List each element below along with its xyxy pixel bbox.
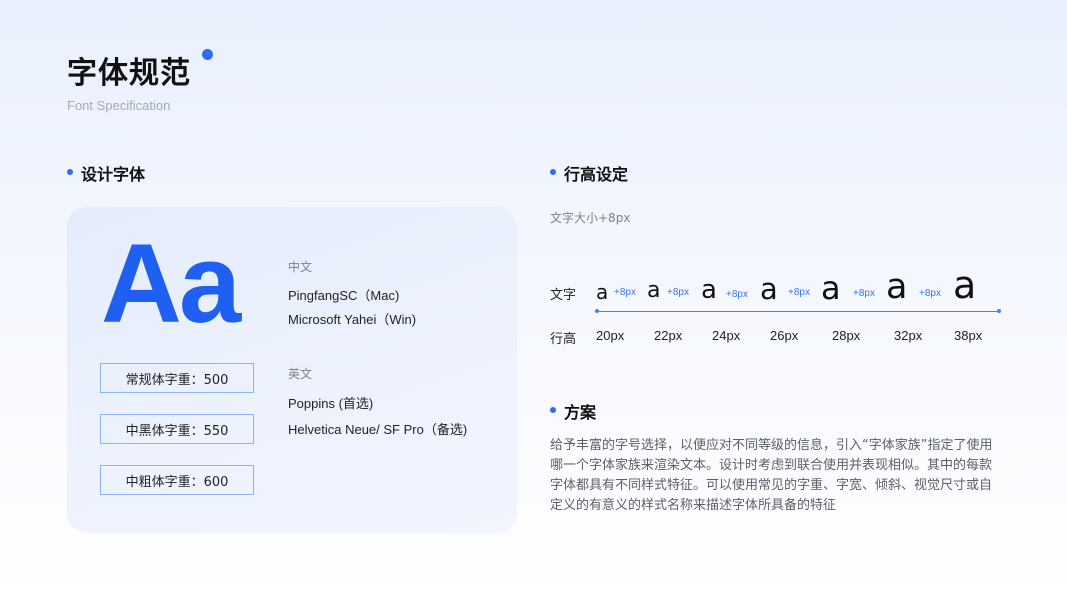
glyph-sample: a xyxy=(821,269,841,307)
glyph-sample: a xyxy=(886,267,908,307)
glyph-sample: a xyxy=(701,275,717,305)
increment-label: +8px xyxy=(853,288,875,299)
glyph-sample: a xyxy=(760,272,778,306)
scale-axis-line xyxy=(597,311,999,312)
chinese-font-win: Microsoft Yahei（Win) xyxy=(288,312,417,327)
increment-label: +8px xyxy=(726,289,748,300)
chinese-font-mac: PingfangSC（Mac) xyxy=(288,288,400,303)
axis-end-dot xyxy=(997,309,1001,313)
title-accent-dot xyxy=(202,49,213,60)
line-height-hint: 文字大小+8px xyxy=(550,211,631,225)
line-height-value: 26px xyxy=(770,328,799,343)
chinese-font-label: 中文 xyxy=(288,260,313,274)
section-title-line-height: 行高设定 xyxy=(564,165,629,184)
increment-label: +8px xyxy=(667,287,689,298)
section-bullet-icon xyxy=(67,169,73,175)
english-font-label: 英文 xyxy=(288,367,313,381)
page-title: 字体规范 xyxy=(67,56,191,91)
axis-start-dot xyxy=(595,309,599,313)
glyph-sample: a xyxy=(953,263,977,307)
glyph-sample: a xyxy=(596,280,609,304)
line-height-value: 20px xyxy=(596,328,625,343)
weight-medium-box: 中黑体字重：550 xyxy=(100,414,254,444)
english-font-primary: Poppins (首选) xyxy=(288,396,374,411)
plan-description: 给予丰富的字号选择，以便应对不同等级的信息，引入“字体家族”指定了使用哪一个字体… xyxy=(550,438,993,513)
section-bullet-icon xyxy=(550,169,556,175)
increment-label: +8px xyxy=(919,288,941,299)
font-sample: Aa xyxy=(101,221,241,346)
line-height-value: 32px xyxy=(894,328,923,343)
page-subtitle: Font Specification xyxy=(67,98,171,113)
line-height-value: 22px xyxy=(654,328,683,343)
weight-semibold-box: 中粗体字重：600 xyxy=(100,465,254,495)
line-height-value: 24px xyxy=(712,328,741,343)
line-height-value: 38px xyxy=(954,328,983,343)
line-height-value: 28px xyxy=(832,328,861,343)
text-row-label: 文字 xyxy=(550,288,577,303)
increment-label: +8px xyxy=(788,287,810,298)
section-bullet-icon xyxy=(550,407,556,413)
section-title-plan: 方案 xyxy=(564,403,597,422)
english-font-fallback: Helvetica Neue/ SF Pro（备选) xyxy=(288,422,468,437)
increment-label: +8px xyxy=(614,287,636,298)
glyph-sample: a xyxy=(647,278,661,303)
line-height-row-label: 行高 xyxy=(550,332,577,347)
weight-regular-box: 常规体字重：500 xyxy=(100,363,254,393)
section-title-design-fonts: 设计字体 xyxy=(81,165,146,184)
